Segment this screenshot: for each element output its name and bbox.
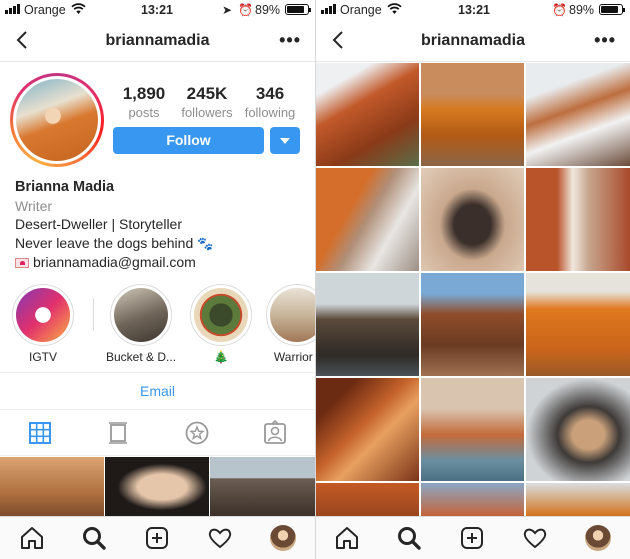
grid-photo[interactable] [316, 168, 419, 271]
bio-line-1: Desert-Dweller | Storyteller [15, 216, 183, 232]
battery-percent: 89% [255, 3, 281, 17]
highlight-label: IGTV [28, 350, 57, 364]
grid-photo[interactable] [421, 273, 524, 376]
grid-photo[interactable] [526, 483, 630, 516]
post-thumbnail[interactable] [105, 457, 209, 517]
email-button[interactable]: Email [0, 383, 315, 399]
envelope-icon [15, 258, 29, 268]
avatar[interactable] [10, 73, 104, 167]
bottom-tab-bar [0, 516, 315, 559]
grid-photo[interactable] [421, 63, 524, 166]
nav-bar: briannamadia ••• [316, 20, 630, 62]
bottom-tab-bar [316, 516, 630, 559]
alarm-icon: ⏰ [238, 3, 253, 17]
grid-photo[interactable] [316, 378, 419, 481]
signal-icon [321, 4, 336, 14]
carrier-label: Orange [340, 3, 382, 17]
location-icon: ➤ [222, 3, 233, 17]
username-title: briannamadia [420, 32, 526, 49]
highlight-bucket[interactable]: Bucket & D... [106, 284, 176, 364]
battery-icon [285, 4, 311, 15]
grid-photo[interactable] [316, 483, 419, 516]
bio-line-2-row: Never leave the dogs behind 🐾 [15, 234, 213, 254]
profile-tab-avatar[interactable] [585, 525, 611, 551]
stat-posts[interactable]: 1,890 posts [118, 84, 170, 120]
profile-grid-screen: Orange 13:21 ⏰ 89% briannamadia ••• [316, 0, 630, 559]
add-post-icon[interactable] [459, 525, 485, 551]
carrier-label: Orange [24, 3, 66, 17]
highlight-label: 🎄 [213, 350, 229, 364]
profile-tab-avatar[interactable] [270, 525, 296, 551]
grid-icon[interactable] [27, 420, 53, 446]
grid-photo[interactable] [421, 168, 524, 271]
signal-icon [5, 4, 20, 14]
highlight-igtv[interactable]: IGTV [10, 284, 76, 364]
highlight-christmas[interactable]: 🎄 [188, 284, 254, 364]
post-thumbnail[interactable] [210, 457, 315, 517]
username-title: briannamadia [105, 32, 210, 49]
profile-name: Brianna Madia [15, 179, 115, 195]
bio-line-2: Never leave the dogs behind [15, 234, 194, 251]
contact-row: Email [0, 372, 315, 410]
suggested-dropdown-button[interactable] [270, 127, 300, 154]
stat-followers[interactable]: 245K followers [176, 84, 238, 120]
highlight-divider [93, 298, 94, 330]
battery-icon [599, 4, 625, 15]
highlight-label: Warrior ( [273, 350, 315, 364]
profile-tabs [0, 410, 315, 456]
clock: 13:21 [141, 3, 173, 17]
grid-photo[interactable] [421, 378, 524, 481]
grid-photo[interactable] [316, 63, 419, 166]
heart-icon[interactable] [207, 525, 233, 551]
star-circle-icon[interactable] [184, 420, 210, 446]
more-options-icon[interactable]: ••• [594, 30, 616, 51]
add-post-icon[interactable] [144, 525, 170, 551]
bio: Brianna Madia Writer Desert-Dweller | St… [15, 178, 213, 272]
post-thumbnail[interactable] [0, 457, 104, 517]
grid-photo[interactable] [526, 168, 630, 271]
grid-photo[interactable] [421, 483, 524, 516]
tagged-icon[interactable] [262, 420, 288, 446]
heart-icon[interactable] [522, 525, 548, 551]
status-bar: Orange 13:21 ➤ ⏰ 89% [0, 0, 315, 20]
profile-screen: Orange 13:21 ➤ ⏰ 89% briannamadia ••• 1,… [0, 0, 315, 559]
status-bar: Orange 13:21 ⏰ 89% [316, 0, 630, 20]
nav-bar: briannamadia ••• [0, 20, 315, 62]
highlight-label: Bucket & D... [106, 350, 176, 364]
clock: 13:21 [458, 3, 490, 17]
more-options-icon[interactable]: ••• [279, 30, 301, 51]
bio-email-row: briannamadia@gmail.com [15, 253, 213, 272]
grid-photo[interactable] [526, 273, 630, 376]
alarm-icon: ⏰ [552, 3, 567, 17]
home-icon[interactable] [334, 525, 360, 551]
wifi-icon [71, 3, 86, 14]
grid-photo[interactable] [526, 63, 630, 166]
search-icon[interactable] [81, 525, 107, 551]
grid-photo[interactable] [316, 273, 419, 376]
bio-email[interactable]: briannamadia@gmail.com [33, 254, 196, 270]
profile-category: Writer [15, 197, 53, 214]
feed-icon[interactable] [105, 420, 131, 446]
grid-photo[interactable] [526, 378, 630, 481]
wifi-icon [387, 3, 402, 14]
highlight-warrior[interactable]: Warrior ( [264, 284, 315, 364]
battery-percent: 89% [569, 3, 595, 17]
follow-button[interactable]: Follow [113, 127, 264, 154]
paw-icon: 🐾 [197, 235, 214, 251]
stat-following[interactable]: 346 following [240, 84, 300, 120]
home-icon[interactable] [19, 525, 45, 551]
search-icon[interactable] [396, 525, 422, 551]
